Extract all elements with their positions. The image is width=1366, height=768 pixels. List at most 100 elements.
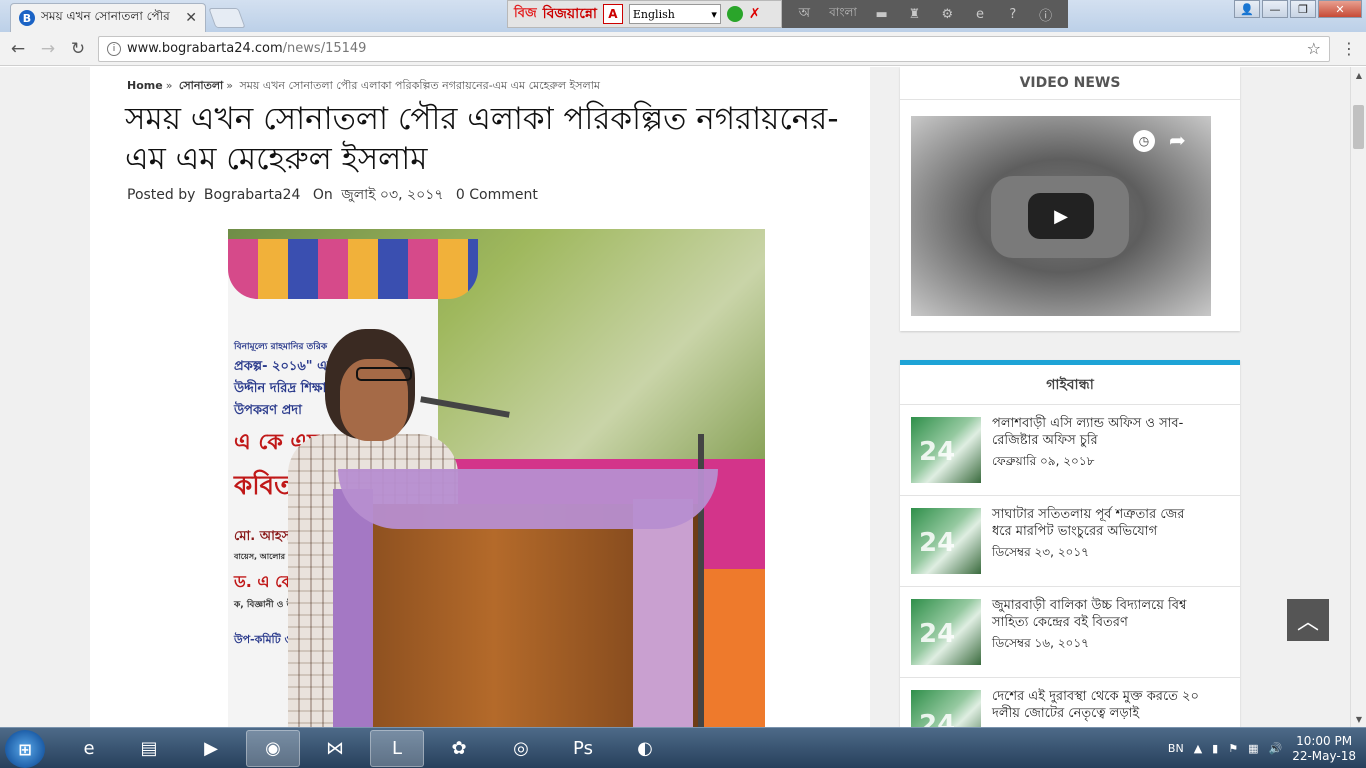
url-text: www.bograbarta24.com/news/15149 (127, 41, 1301, 56)
close-icon[interactable]: ✕ (185, 10, 197, 26)
tray-expand-icon[interactable]: ▲ (1194, 742, 1202, 755)
address-bar-row: ← → ↻ i www.bograbarta24.com/news/15149 … (0, 32, 1366, 66)
lync-taskbar-icon[interactable]: L (370, 730, 424, 767)
list-item[interactable]: 24 জুমারবাড়ী বালিকা উচ্চ বিদ্যালয়ে বিশ… (900, 587, 1240, 678)
share-icon[interactable]: ➦ (1169, 128, 1186, 152)
news-headline-link[interactable]: জুমারবাড়ী বালিকা উচ্চ বিদ্যালয়ে বিশ্ব … (992, 597, 1202, 631)
photoshop-taskbar-icon[interactable]: Ps (556, 730, 610, 767)
news-headline-link[interactable]: পলাশবাড়ী এসি ল্যান্ড অফিস ও সাব-রেজিষ্ট… (992, 415, 1202, 449)
input-language-indicator[interactable]: BN (1168, 742, 1184, 755)
explorer-taskbar-icon[interactable]: ▤ (122, 730, 176, 767)
tray-clock[interactable]: 10:00 PM 22-May-18 (1292, 734, 1356, 764)
scroll-up-arrow-icon[interactable]: ▲ (1351, 67, 1366, 83)
play-icon[interactable]: ▶ (1028, 193, 1094, 239)
tools-icon[interactable]: ♜ (906, 6, 922, 22)
flower-app-taskbar-icon[interactable]: ✿ (432, 730, 486, 767)
maximize-button[interactable]: ❐ (1290, 0, 1316, 18)
language-select[interactable]: English ▾ (628, 4, 721, 24)
browser-tab-active[interactable]: B সময় এখন সোনাতলা পৌর ✕ (10, 3, 206, 32)
volume-icon[interactable]: 🔊 (1269, 742, 1283, 755)
tray-time: 10:00 PM (1296, 733, 1353, 748)
list-item[interactable]: 24 দেশের এই দুরাবস্থা থেকে মুক্ত করতে ২০… (900, 678, 1240, 727)
article-headline: সময় এখন সোনাতলা পৌর এলাকা পরিকল্পিত নগর… (125, 101, 839, 177)
scroll-to-top-button[interactable]: ︿ (1287, 599, 1329, 641)
video-player[interactable]: ▶ ◷ ➦ (911, 116, 1211, 316)
thumb-watermark: 24 (919, 619, 956, 649)
bijoy-logo: বিজ (514, 5, 537, 21)
breadcrumb-current: সময় এখন সোনাতলা পৌর এলাকা পরিকল্পিত নগর… (239, 79, 601, 92)
minimize-bar-icon[interactable]: ▬ (874, 6, 890, 22)
thumb-watermark: 24 (919, 528, 956, 558)
breadcrumb-home-link[interactable]: Home (127, 79, 163, 92)
gear-icon[interactable]: ⚙ (939, 6, 955, 22)
breadcrumb-separator: » (226, 79, 233, 92)
visual-studio-taskbar-icon[interactable]: ⋈ (308, 730, 362, 767)
browser-titlebar: B সময় এখন সোনাতলা পৌর ✕ বিজ বিজয়ান্নো … (0, 0, 1366, 32)
news-thumbnail[interactable]: 24 (911, 508, 981, 574)
new-tab-button[interactable] (208, 8, 246, 28)
reload-button[interactable]: ↻ (68, 39, 88, 59)
info-icon[interactable]: i (107, 41, 121, 56)
district-title: গাইবান্ধা (900, 365, 1240, 405)
browser-menu-icon[interactable]: ⋮ (1340, 39, 1358, 58)
district-news-widget: গাইবান্ধা 24 পলাশবাড়ী এসি ল্যান্ড অফিস … (900, 360, 1240, 727)
news-headline-link[interactable]: দেশের এই দুরাবস্থা থেকে মুক্ত করতে ২০ দল… (992, 688, 1202, 722)
podium-shape (338, 469, 718, 529)
article-meta: Posted by Bograbarta24 On জুলাই ০৩, ২০১৭… (127, 183, 542, 207)
photo-decoration (228, 239, 478, 299)
news-date: ফেব্রুয়ারি ০৯, ২০১৮ (992, 454, 1095, 468)
video-news-widget: VIDEO NEWS ▶ ◷ ➦ (900, 67, 1240, 331)
chevron-up-icon: ︿ (1296, 610, 1319, 635)
help-icon[interactable]: ? (1005, 6, 1021, 22)
flag-icon[interactable]: ⚑ (1228, 742, 1238, 755)
minimize-button[interactable]: — (1262, 0, 1288, 18)
article-date: জুলাই ০৩, ২০১৭ (341, 187, 444, 203)
chevron-down-icon: ▾ (711, 7, 717, 21)
photo-banner-text: উদ্দীন দরিদ্র শিক্ষা (234, 381, 327, 396)
chrome-taskbar-icon[interactable]: ◉ (246, 730, 300, 767)
user-icon[interactable]: 👤 (1234, 0, 1260, 18)
author-link[interactable]: Bograbarta24 (204, 187, 301, 203)
avro-toolbar: অ বাংলা ▬ ♜ ⚙ e ? ⓘ (782, 0, 1068, 28)
tools-icon[interactable]: ✗ (749, 6, 761, 22)
news-thumbnail[interactable]: 24 (911, 690, 981, 727)
info-icon[interactable]: ⓘ (1038, 6, 1054, 24)
watch-later-icon[interactable]: ◷ (1133, 130, 1155, 152)
podium-shape (633, 499, 693, 727)
ie-taskbar-icon[interactable]: e (62, 730, 116, 767)
bijoy-extension-toolbar: বিজ বিজয়ান্নো A English ▾ ✗ (507, 0, 782, 28)
firefox-taskbar-icon[interactable]: ◐ (618, 730, 672, 767)
comment-count-link[interactable]: 0 Comment (456, 187, 538, 203)
url-path: /news/15149 (282, 41, 367, 56)
network-icon[interactable]: ▦ (1248, 742, 1258, 755)
article-photo: বিনামূল্যে রাহমানির তরিক প্রকল্প- ২০১৬" … (228, 229, 765, 727)
battery-icon[interactable]: ▮ (1212, 742, 1218, 755)
start-button[interactable]: ⊞ (5, 730, 45, 768)
language-select-value: English (632, 7, 675, 21)
news-thumbnail[interactable]: 24 (911, 599, 981, 665)
bookmark-star-icon[interactable]: ☆ (1307, 39, 1321, 58)
forward-button[interactable]: → (38, 39, 58, 59)
system-tray: BN ▲ ▮ ⚑ ▦ 🔊 10:00 PM 22-May-18 (1168, 728, 1356, 768)
scroll-down-arrow-icon[interactable]: ▼ (1351, 711, 1366, 727)
on-label: On (312, 187, 333, 203)
url-input[interactable]: i www.bograbarta24.com/news/15149 ☆ (98, 35, 1330, 62)
acrobat-icon[interactable]: A (602, 4, 623, 24)
back-button[interactable]: ← (8, 39, 28, 59)
keyboard-layout-label[interactable]: বাংলা (829, 4, 857, 24)
news-thumbnail[interactable]: 24 (911, 417, 981, 483)
ie-icon[interactable]: e (972, 6, 988, 22)
url-host: www.bograbarta24.com (127, 41, 283, 56)
news-headline-link[interactable]: সাঘাটার সতিতলায় পূর্ব শত্রুতার জের ধরে … (992, 506, 1202, 540)
window-controls: 👤 — ❐ ✕ (1234, 0, 1362, 18)
list-item[interactable]: 24 সাঘাটার সতিতলায় পূর্ব শত্রুতার জের ধ… (900, 496, 1240, 587)
page-scrollbar[interactable]: ▲ ▼ (1350, 67, 1366, 727)
breadcrumb-category-link[interactable]: সোনাতলা (179, 79, 223, 92)
bangla-glyph-icon[interactable]: অ (796, 6, 812, 22)
media-player-taskbar-icon[interactable]: ▶ (184, 730, 238, 767)
scrollbar-thumb[interactable] (1353, 105, 1364, 149)
close-window-button[interactable]: ✕ (1318, 0, 1362, 18)
disc-app-taskbar-icon[interactable]: ◎ (494, 730, 548, 767)
download-icon[interactable] (726, 6, 743, 22)
list-item[interactable]: 24 পলাশবাড়ী এসি ল্যান্ড অফিস ও সাব-রেজি… (900, 405, 1240, 496)
